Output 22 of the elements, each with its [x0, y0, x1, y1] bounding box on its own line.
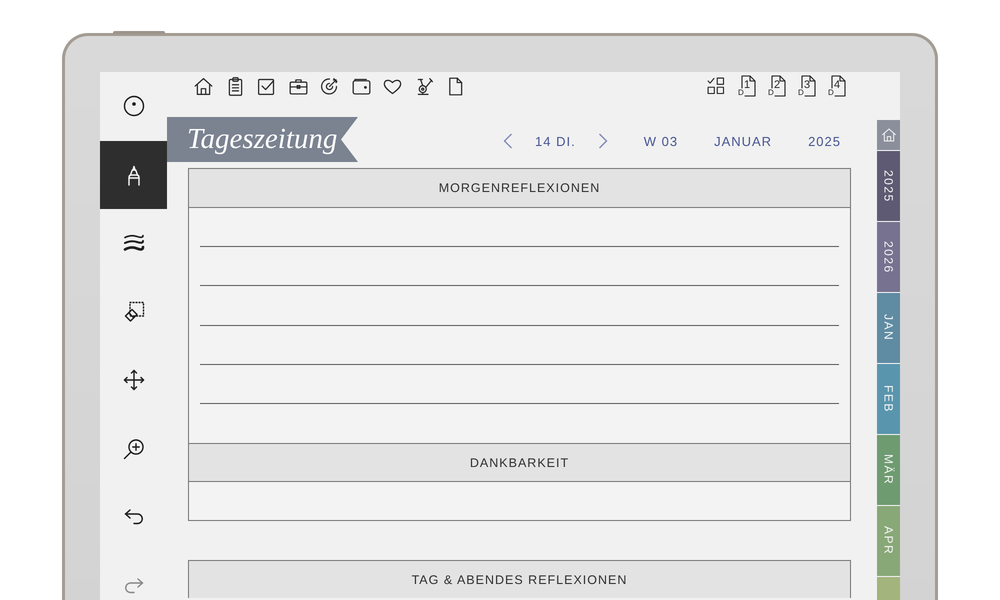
target-icon[interactable] — [319, 76, 340, 96]
chevron-right-icon[interactable] — [598, 133, 608, 149]
side-tab[interactable] — [877, 120, 900, 150]
zoom-in-icon — [122, 436, 146, 461]
title-banner: Tageszeitung — [167, 117, 358, 162]
section-header: MORGENREFLEXIONEN — [189, 169, 850, 208]
circle-dot-icon — [122, 94, 146, 118]
month-link[interactable]: JANUAR — [714, 134, 772, 148]
home-icon[interactable] — [193, 76, 214, 96]
chevron-left-icon[interactable] — [503, 133, 514, 149]
side-tab[interactable]: 2026 — [877, 222, 900, 292]
side-tab[interactable]: 2025 — [877, 151, 900, 221]
home-icon — [880, 127, 896, 143]
side-tab[interactable]: JAN — [877, 293, 900, 363]
section-header: DANKBARKEIT — [189, 443, 850, 482]
year-link[interactable]: 2025 — [808, 134, 841, 148]
move-icon — [122, 368, 146, 392]
checklist-grid-icon[interactable] — [706, 76, 726, 96]
section-header: TAG & ABENDES REFLEXIONEN — [189, 561, 850, 598]
week-link[interactable]: W 03 — [644, 134, 678, 148]
day-link[interactable]: 14 DI. — [535, 134, 576, 148]
tool-button[interactable] — [100, 140, 167, 209]
